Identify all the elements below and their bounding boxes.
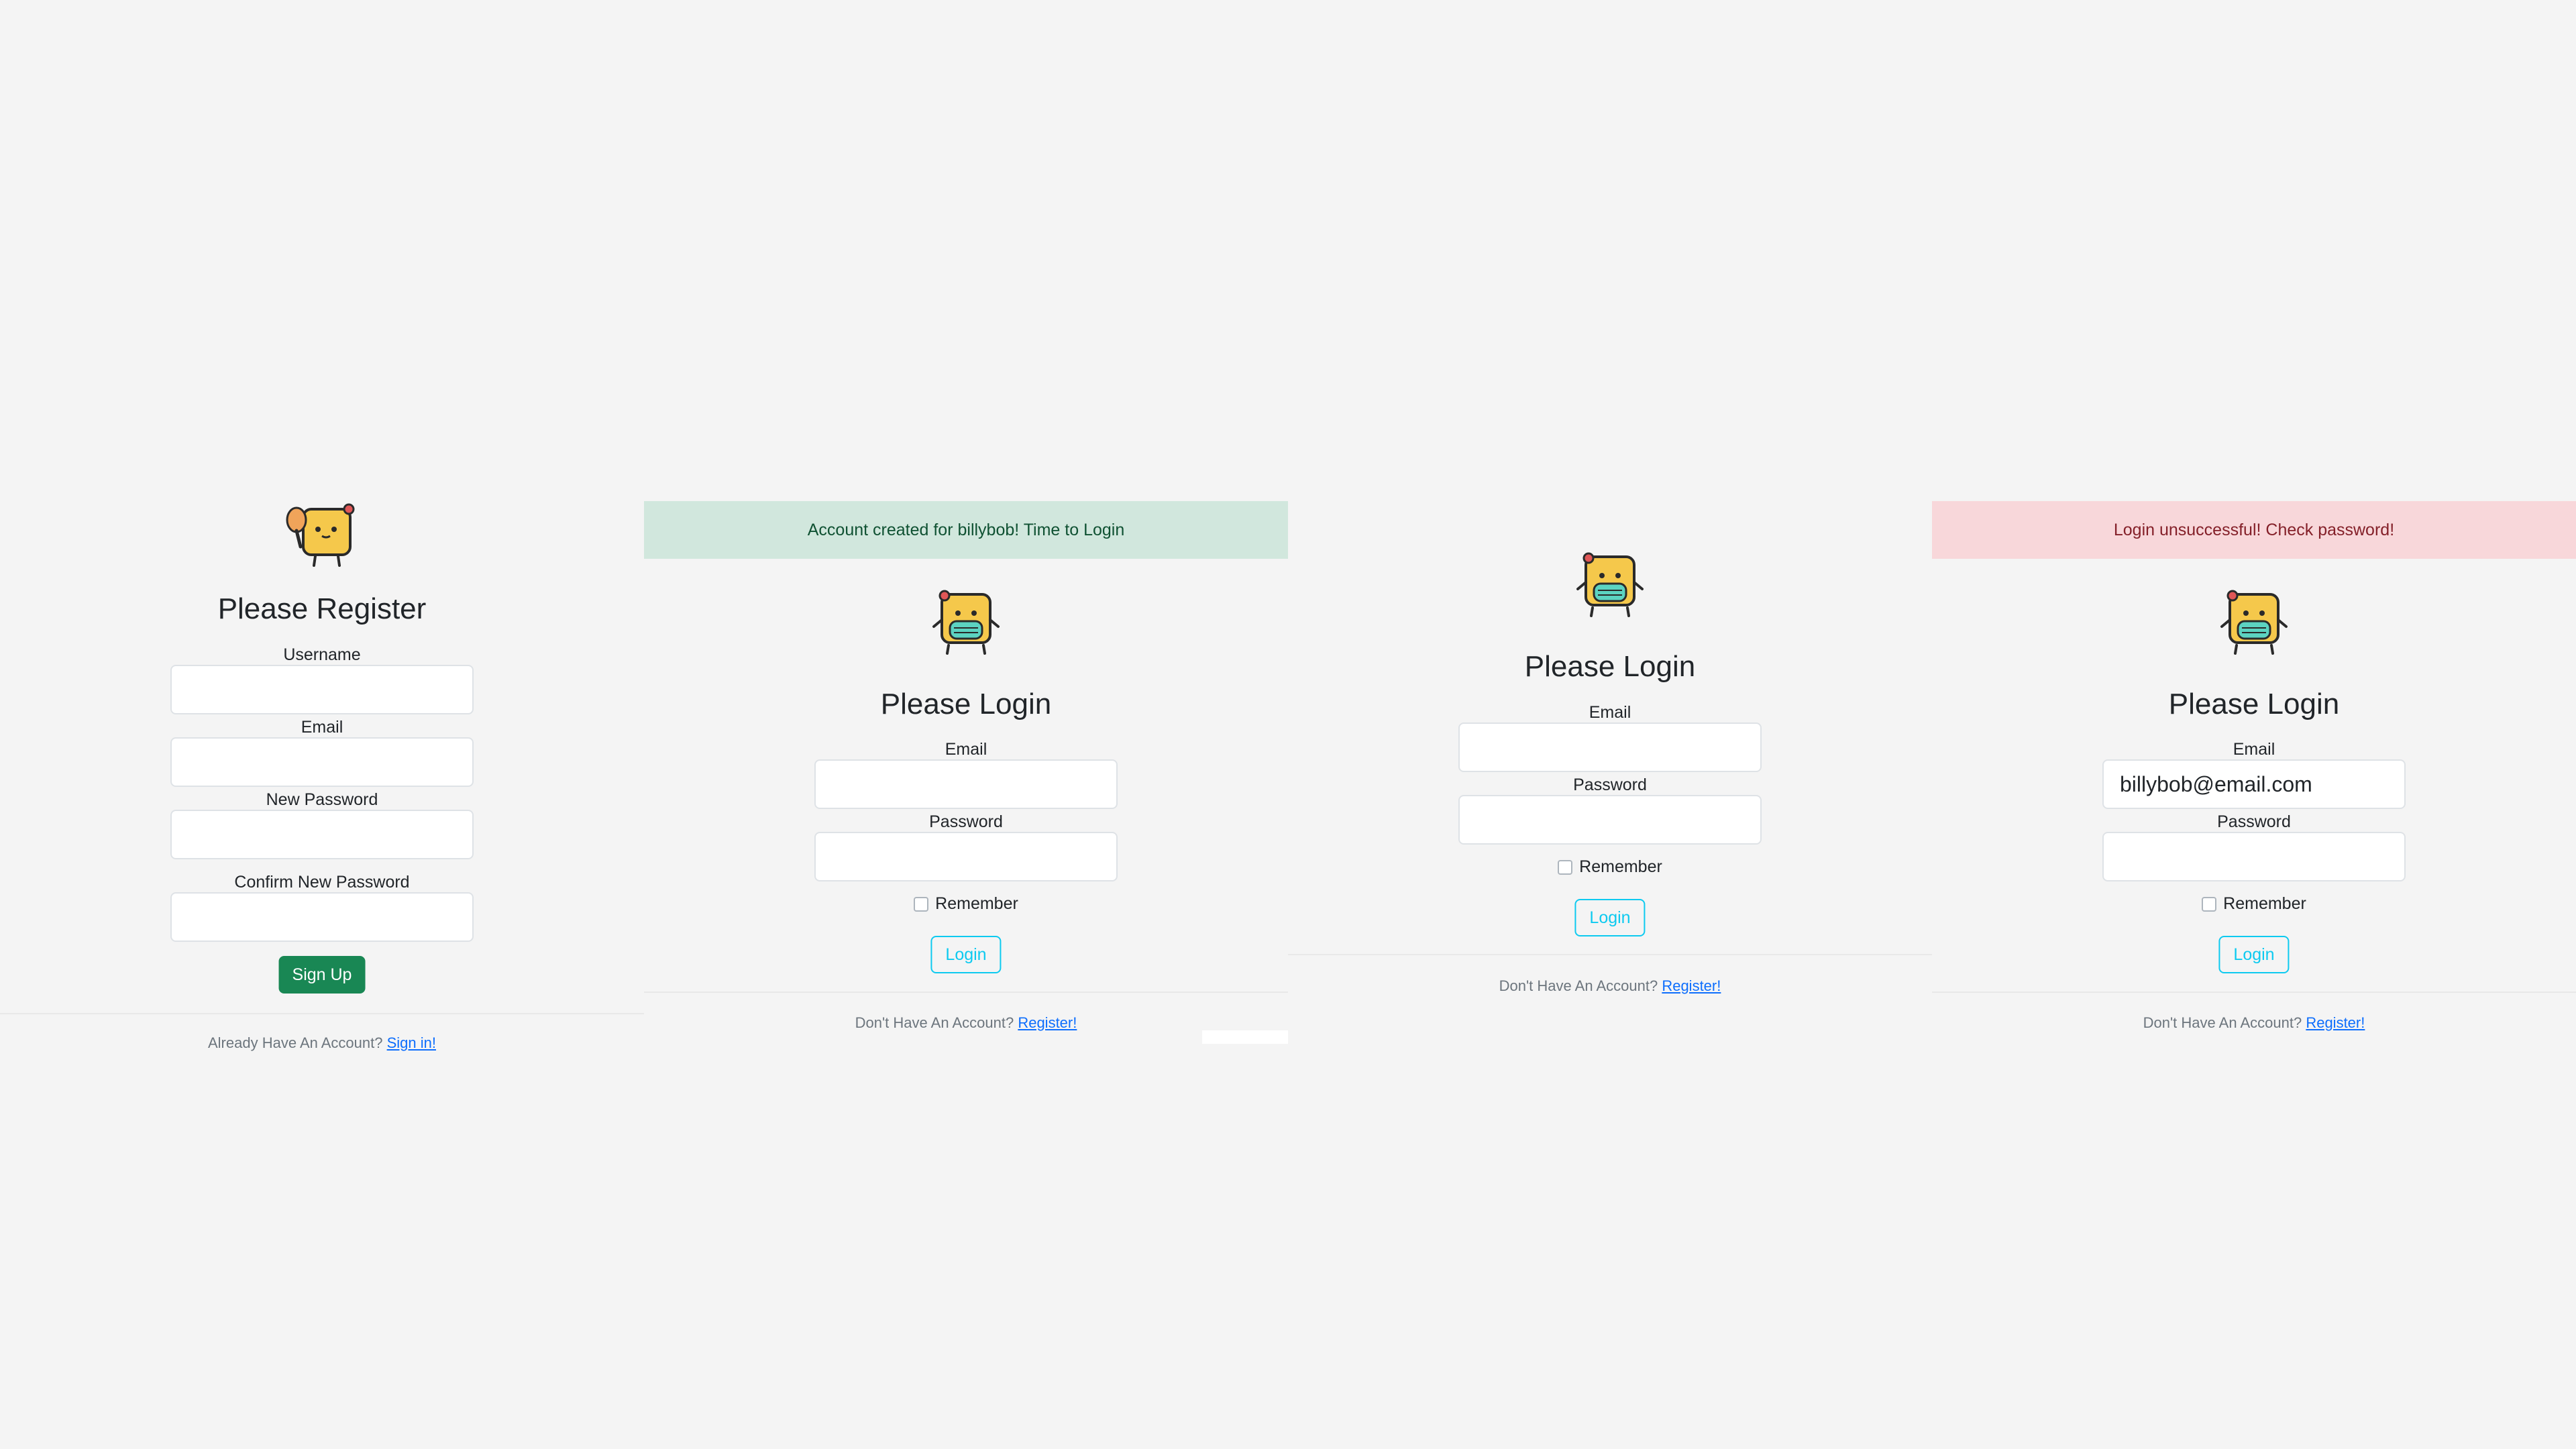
remember-row: Remember [644,894,1288,914]
register-link[interactable]: Register! [2306,1014,2365,1031]
confirm-password-label: Confirm New Password [234,873,410,892]
footer: Don't Have An Account? Register! [1288,977,1932,995]
page-title: Please Register [217,592,427,625]
password-label: Password [1573,775,1647,794]
register-link[interactable]: Register! [1662,977,1721,994]
login-button[interactable]: Login [1574,899,1646,936]
mask-mascot-icon [2215,589,2293,659]
footer-text: Don't Have An Account? [2143,1014,2302,1031]
login-button[interactable]: Login [930,936,1002,973]
username-input[interactable] [170,665,474,714]
new-password-label: New Password [266,790,378,809]
divider [0,1013,644,1014]
mask-mascot-icon [1571,551,1649,621]
password-input[interactable] [814,832,1118,881]
email-input[interactable] [2102,759,2406,809]
page-title: Please Login [2168,688,2340,720]
remember-row: Remember [1932,894,2576,914]
sign-up-button[interactable]: Sign Up [278,956,366,994]
divider [1288,954,1932,955]
remember-label: Remember [2223,894,2306,913]
drumstick-mascot-icon [286,503,355,567]
page-title: Please Login [880,688,1052,720]
footer: Don't Have An Account? Register! [644,1014,1288,1032]
footer-text: Don't Have An Account? [855,1014,1014,1031]
email-label: Email [945,740,987,759]
login-plain-panel: Please Login Email Password Remember Log… [1288,0,1932,1449]
email-input[interactable] [170,737,474,787]
register-link[interactable]: Register! [1018,1014,1077,1031]
email-input[interactable] [1458,722,1762,772]
remember-checkbox[interactable] [1558,859,1573,875]
footer: Don't Have An Account? Register! [1932,1014,2576,1032]
remember-label: Remember [935,894,1018,913]
email-input[interactable] [814,759,1118,809]
sign-in-link[interactable]: Sign in! [387,1034,436,1051]
email-label: Email [301,718,343,737]
error-alert: Login unsuccessful! Check password! [1932,501,2576,559]
register-panel: Please Register Username Email New Passw… [0,0,644,1449]
footer-text: Already Have An Account? [207,1034,383,1051]
remember-label: Remember [1579,857,1662,876]
mask-mascot-icon [927,589,1005,659]
remember-checkbox[interactable] [2202,896,2217,912]
password-input[interactable] [1458,795,1762,845]
username-label: Username [283,645,361,664]
remember-row: Remember [1288,857,1932,877]
remember-checkbox[interactable] [914,896,929,912]
divider [644,991,1288,993]
email-label: Email [1589,703,1631,722]
password-label: Password [2217,812,2291,831]
white-strip [1202,1030,1288,1044]
footer: Already Have An Account? Sign in! [0,1034,644,1052]
page-title: Please Login [1524,650,1696,683]
login-button[interactable]: Login [2218,936,2290,973]
password-input[interactable] [2102,832,2406,881]
email-label: Email [2233,740,2275,759]
divider [1932,991,2576,993]
password-label: Password [929,812,1003,831]
confirm-password-input[interactable] [170,892,474,942]
login-error-panel: Login unsuccessful! Check password! Plea… [1932,0,2576,1449]
login-success-panel: Account created for billybob! Time to Lo… [644,0,1288,1449]
footer-text: Don't Have An Account? [1499,977,1658,994]
new-password-input[interactable] [170,810,474,859]
success-alert: Account created for billybob! Time to Lo… [644,501,1288,559]
